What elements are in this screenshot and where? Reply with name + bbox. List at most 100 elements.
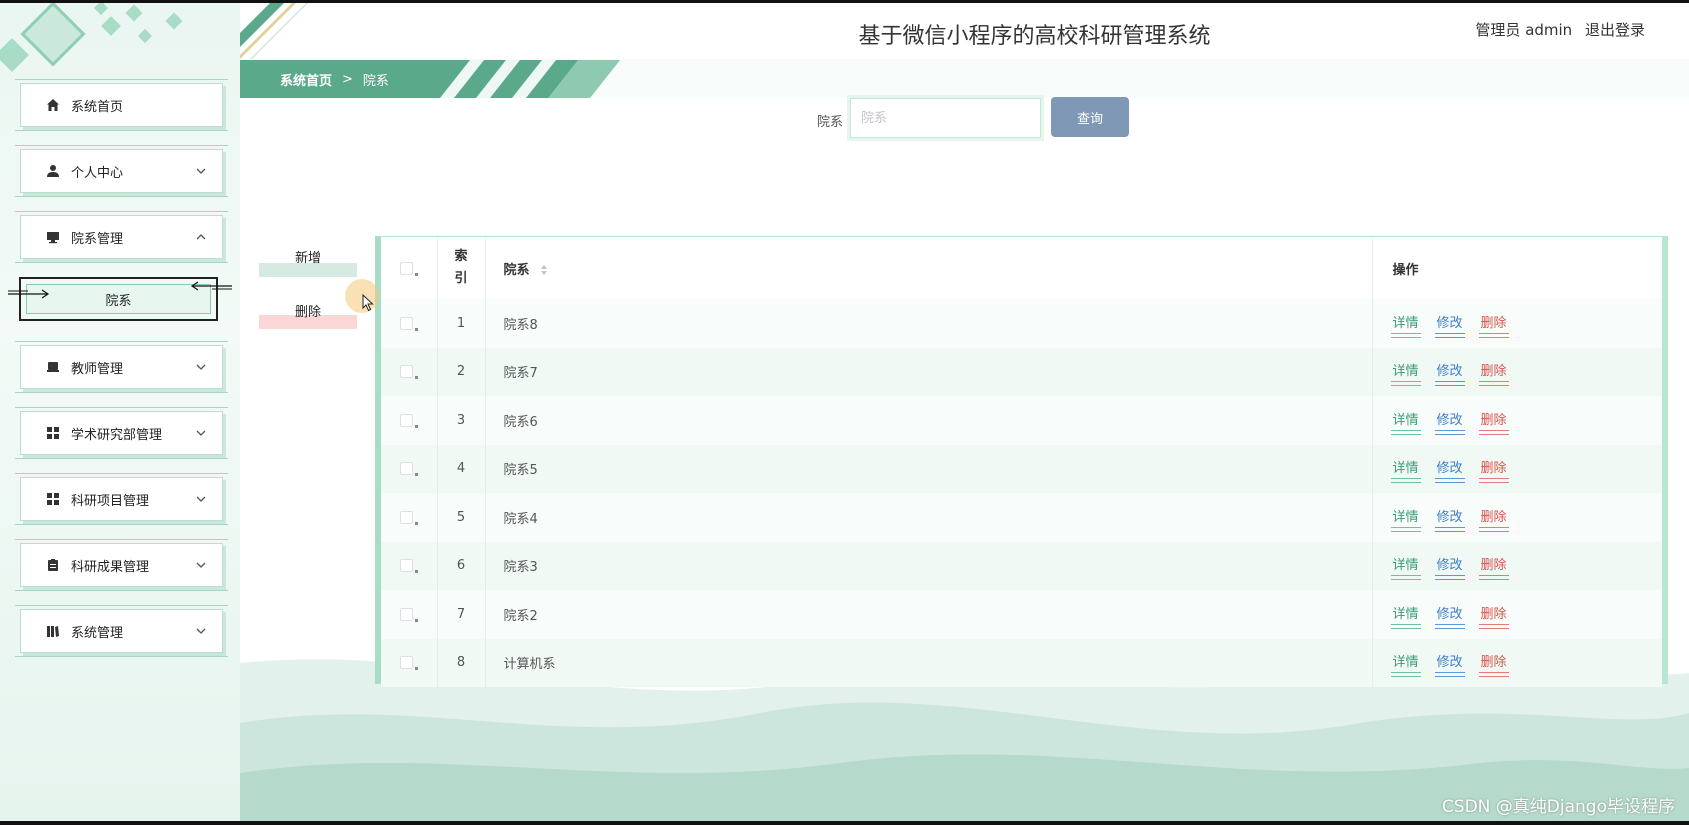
row-actions: 详情 修改 删除 — [1372, 445, 1662, 494]
decorative-stripes — [440, 60, 620, 98]
logout-link[interactable]: 退出登录 — [1585, 21, 1645, 39]
row-department: 院系3 — [485, 541, 1373, 590]
table-row: 8 计算机系 详情 修改 删除 — [381, 638, 1662, 687]
printer-icon — [45, 359, 61, 375]
sidebar-item-research-project[interactable]: 科研项目管理 — [15, 473, 228, 525]
sidebar-item-label: 系统管理 — [71, 625, 124, 641]
row-actions: 详情 修改 删除 — [1372, 542, 1662, 591]
row-select-cell[interactable] — [381, 541, 438, 590]
delete-link[interactable]: 删除 — [1478, 603, 1509, 629]
detail-link[interactable]: 详情 — [1390, 457, 1421, 484]
row-department: 院系2 — [485, 590, 1373, 639]
table-header-row: 索引 院系 操作 — [381, 237, 1662, 299]
delete-link[interactable]: 删除 — [1478, 506, 1509, 532]
table-row: 7 院系2 详情 修改 删除 — [381, 590, 1662, 639]
row-actions: 详情 修改 删除 — [1372, 493, 1662, 542]
row-checkbox[interactable] — [399, 316, 413, 330]
home-icon — [45, 97, 61, 113]
chevron-down-icon — [196, 364, 206, 370]
delete-link[interactable]: 删除 — [1478, 409, 1509, 435]
sidebar-item-research-results[interactable]: 科研成果管理 — [15, 539, 228, 591]
row-checkbox[interactable] — [399, 607, 413, 621]
row-select-cell[interactable] — [381, 299, 438, 348]
select-all-cell[interactable] — [381, 237, 438, 299]
edit-link[interactable]: 修改 — [1434, 506, 1465, 532]
detail-link[interactable]: 详情 — [1390, 651, 1421, 678]
breadcrumb-separator: > — [342, 71, 353, 87]
table-row: 2 院系7 详情 修改 删除 — [381, 347, 1662, 396]
sidebar-item-label: 个人中心 — [71, 165, 124, 181]
breadcrumb-home[interactable]: 系统首页 — [280, 70, 332, 89]
edit-link[interactable]: 修改 — [1434, 312, 1465, 338]
detail-link[interactable]: 详情 — [1390, 409, 1421, 435]
edit-link[interactable]: 修改 — [1434, 409, 1465, 435]
delete-link[interactable]: 删除 — [1478, 360, 1509, 387]
row-checkbox[interactable] — [399, 365, 413, 379]
sidebar-item-academic-research-dept[interactable]: 学术研究部管理 — [15, 407, 228, 459]
chevron-up-icon — [196, 234, 206, 240]
detail-link[interactable]: 详情 — [1390, 312, 1421, 338]
delete-link[interactable]: 删除 — [1478, 651, 1509, 678]
row-select-cell[interactable] — [381, 493, 438, 542]
row-select-cell[interactable] — [381, 638, 438, 687]
chevron-down-icon — [196, 496, 206, 502]
clipboard-icon — [45, 557, 61, 573]
department-search-input[interactable] — [847, 95, 1044, 141]
delete-link[interactable]: 删除 — [1478, 554, 1509, 581]
book-icon — [45, 623, 61, 639]
row-actions: 详情 修改 删除 — [1372, 299, 1662, 348]
row-checkbox[interactable] — [399, 510, 413, 524]
decorative-square — [137, 28, 153, 44]
edit-link[interactable]: 修改 — [1434, 603, 1465, 629]
detail-link[interactable]: 详情 — [1390, 603, 1421, 629]
row-select-cell[interactable] — [381, 347, 438, 396]
select-all-checkbox[interactable] — [399, 261, 413, 275]
chevron-down-icon — [196, 168, 206, 174]
row-select-cell[interactable] — [381, 396, 438, 445]
detail-link[interactable]: 详情 — [1390, 506, 1421, 532]
edit-link[interactable]: 修改 — [1434, 360, 1465, 387]
truncation-dot — [414, 473, 418, 477]
sidebar: 系统首页 个人中心 院系管理 院系 教师管理 学术研究部管理 科研项目管理 科研… — [0, 3, 240, 821]
delete-link[interactable]: 删除 — [1478, 312, 1509, 338]
decorative-square — [101, 16, 121, 36]
row-index: 5 — [437, 493, 486, 542]
sidebar-item-personal-center[interactable]: 个人中心 — [15, 145, 228, 197]
chevron-down-icon — [196, 430, 206, 436]
sidebar-item-system-management[interactable]: 系统管理 — [15, 605, 228, 657]
add-button[interactable]: 新增 — [259, 247, 357, 277]
edit-link[interactable]: 修改 — [1434, 651, 1465, 678]
breadcrumb-current: 院系 — [362, 73, 389, 89]
grid-icon — [45, 425, 61, 441]
search-button[interactable]: 查询 — [1051, 97, 1129, 137]
batch-delete-button[interactable]: 删除 — [259, 301, 357, 329]
sidebar-item-label: 院系管理 — [71, 231, 124, 247]
row-select-cell[interactable] — [381, 590, 438, 639]
decorative-square — [93, 3, 109, 16]
edit-link[interactable]: 修改 — [1434, 554, 1465, 581]
detail-link[interactable]: 详情 — [1390, 360, 1421, 387]
row-checkbox[interactable] — [399, 413, 413, 427]
row-index: 2 — [437, 347, 486, 396]
row-department: 院系6 — [485, 396, 1373, 445]
row-index: 4 — [437, 444, 486, 493]
index-header: 索引 — [437, 237, 486, 299]
edit-link[interactable]: 修改 — [1434, 457, 1465, 484]
sidebar-item-label: 科研成果管理 — [71, 559, 150, 575]
row-checkbox[interactable] — [399, 656, 413, 670]
department-header[interactable]: 院系 — [485, 237, 1373, 299]
table-row: 6 院系3 详情 修改 删除 — [381, 541, 1662, 591]
delete-link[interactable]: 删除 — [1478, 457, 1509, 484]
detail-link[interactable]: 详情 — [1390, 554, 1421, 581]
row-index: 3 — [437, 396, 486, 445]
arrow-left-icon — [190, 281, 232, 291]
sort-icon[interactable] — [540, 264, 548, 276]
sidebar-item-teacher-management[interactable]: 教师管理 — [15, 341, 228, 393]
row-checkbox[interactable] — [399, 559, 413, 573]
table-row: 3 院系6 详情 修改 删除 — [381, 396, 1662, 445]
row-select-cell[interactable] — [381, 444, 438, 493]
user-icon — [45, 163, 61, 179]
sidebar-item-home[interactable]: 系统首页 — [15, 79, 228, 131]
row-checkbox[interactable] — [399, 462, 413, 476]
sidebar-item-department-management[interactable]: 院系管理 — [15, 211, 228, 263]
